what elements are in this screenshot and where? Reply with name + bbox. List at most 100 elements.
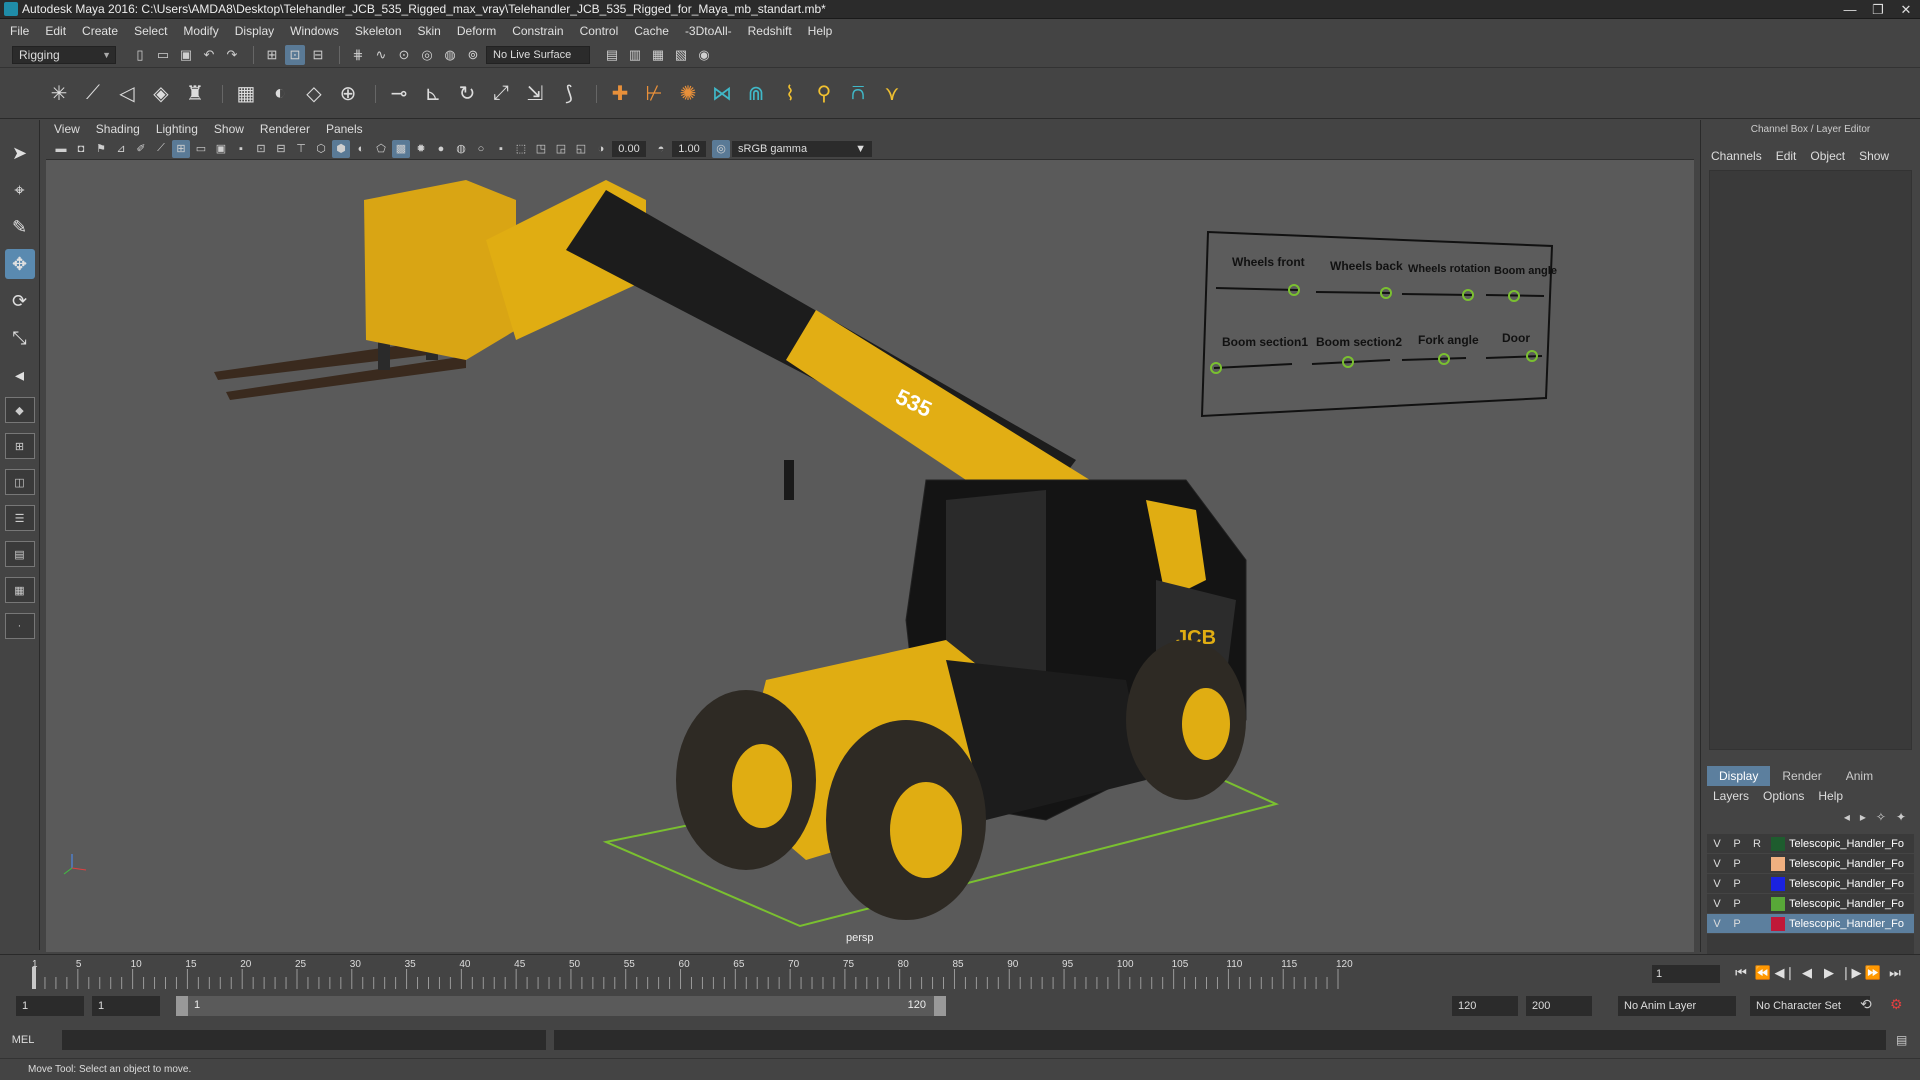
viewport-menu-view[interactable]: View (54, 122, 80, 136)
snap-point-icon[interactable]: ⊙ (394, 45, 414, 65)
viewport-3d-scene[interactable]: Wheels front Wheels back Wheels rotation… (46, 160, 1694, 952)
xray-icon[interactable]: ◳ (532, 140, 550, 158)
four-view-layout-icon[interactable]: ⊞ (4, 433, 35, 459)
human-ik-icon[interactable]: ♜ (180, 77, 210, 111)
rotate-tool-icon[interactable]: ⟳ (5, 286, 35, 316)
layer-color-swatch[interactable] (1771, 836, 1785, 851)
layer-color-swatch[interactable] (1771, 916, 1785, 931)
step-back-frame-icon[interactable]: ◀❘ (1774, 963, 1796, 983)
wireframe-on-shaded-icon[interactable]: ⬠ (372, 140, 390, 158)
move-tool-icon[interactable]: ✥ (4, 249, 35, 279)
field-chart-icon[interactable]: ⊡ (252, 140, 270, 158)
menu-windows[interactable]: Windows (290, 24, 339, 38)
channel-box-menu-object[interactable]: Object (1810, 149, 1845, 163)
menu-edit[interactable]: Edit (45, 24, 66, 38)
menu-skeleton[interactable]: Skeleton (355, 24, 402, 38)
safe-title-icon[interactable]: ⊤ (292, 140, 310, 158)
shadows-icon[interactable]: ● (432, 140, 450, 158)
side-by-side-layout-icon[interactable]: ◫ (4, 469, 35, 495)
menu-help[interactable]: Help (808, 24, 833, 38)
layer-row[interactable]: V P Telescopic_Handler_Fo (1707, 874, 1914, 894)
snap-view-icon[interactable]: ◎ (417, 45, 437, 65)
exposure-field[interactable]: 0.00 (612, 140, 646, 157)
viewport-menu-renderer[interactable]: Renderer (260, 122, 310, 136)
scale-constraint-icon[interactable]: ⤢ (486, 77, 516, 111)
menu-select[interactable]: Select (134, 24, 167, 38)
select-object-icon[interactable]: ⊡ (285, 44, 305, 65)
film-gate-icon[interactable]: ▭ (192, 140, 210, 158)
range-start-handle[interactable] (176, 996, 188, 1016)
layer-visibility-toggle[interactable]: V (1707, 858, 1727, 870)
isolate-select-icon[interactable]: ⬚ (512, 140, 530, 158)
layer-playback-toggle[interactable]: P (1727, 858, 1747, 870)
anim-layer-dropdown[interactable]: No Anim Layer (1618, 996, 1736, 1016)
wireframe-icon[interactable]: ⬡ (312, 140, 330, 158)
playback-end-field[interactable]: 120 (1452, 996, 1518, 1016)
muscle-spline-icon[interactable]: ⋒ (741, 77, 771, 111)
muscle-icon[interactable]: ⋈ (707, 77, 737, 111)
extra-layout-icon[interactable]: · (4, 613, 35, 639)
undo-icon[interactable]: ↶ (199, 45, 219, 65)
layer-playback-toggle[interactable]: P (1727, 918, 1747, 930)
menu-constrain[interactable]: Constrain (512, 24, 563, 38)
grease-pencil-icon[interactable]: ✐ (132, 140, 150, 158)
menu-cache[interactable]: Cache (634, 24, 669, 38)
gamma-icon[interactable]: ◓ (652, 140, 670, 158)
range-end-handle[interactable] (934, 996, 946, 1016)
paint-weights-icon[interactable]: ◐ (265, 77, 295, 111)
create-layer-from-selected-icon[interactable]: ✦ (1896, 810, 1906, 824)
animation-end-field[interactable]: 200 (1526, 996, 1592, 1016)
hypershade-icon[interactable]: ◉ (694, 45, 714, 65)
animation-prefs-icon[interactable]: ⚙ (1890, 996, 1903, 1013)
layer-playback-toggle[interactable]: P (1727, 898, 1747, 910)
layer-display-type-toggle[interactable]: R (1747, 838, 1767, 850)
channel-box-menu-show[interactable]: Show (1859, 149, 1889, 163)
joint-tool-icon[interactable]: ✳ (44, 77, 74, 111)
select-hierarchy-icon[interactable]: ⊞ (262, 45, 282, 65)
xray-joints-icon[interactable]: ◲ (552, 140, 570, 158)
character-set-dropdown[interactable]: No Character Set (1750, 996, 1870, 1016)
camera-select-icon[interactable]: ▬ (52, 140, 70, 158)
view-transform-dropdown[interactable]: sRGB gamma ▼ (732, 140, 872, 157)
tab-display[interactable]: Display (1707, 766, 1771, 786)
pole-vector-icon[interactable]: ⟆ (554, 77, 584, 111)
render-view-icon[interactable]: ▤ (602, 45, 622, 65)
render-frame-icon[interactable]: ▥ (625, 45, 645, 65)
locator-icon[interactable]: ✚ (605, 77, 635, 111)
channel-box-menu-channels[interactable]: Channels (1711, 149, 1762, 163)
blend-shape-icon[interactable]: ⩃ (843, 77, 873, 111)
grid-toggle-icon[interactable]: ⊞ (172, 139, 190, 158)
close-button[interactable]: ✕ (1892, 0, 1920, 19)
step-forward-frame-icon[interactable]: ❘▶ (1840, 963, 1862, 983)
move-layer-down-icon[interactable]: ▸ (1860, 810, 1866, 824)
lasso-tool-icon[interactable]: ⌖ (5, 175, 35, 205)
step-back-key-icon[interactable]: ⏪ (1752, 963, 1774, 983)
menu-modify[interactable]: Modify (183, 24, 218, 38)
bone-helper-icon[interactable]: ✺ (673, 77, 703, 111)
layer-row[interactable]: V P Telescopic_Handler_Fo (1707, 854, 1914, 874)
image-plane-icon[interactable]: ⊿ (112, 140, 130, 158)
parent-constraint-icon[interactable]: ⇲ (520, 77, 550, 111)
smooth-shade-icon[interactable]: ⬢ (332, 139, 350, 158)
channel-box-menu-edit[interactable]: Edit (1776, 149, 1797, 163)
layer-menu-layers[interactable]: Layers (1713, 789, 1749, 803)
anti-aliasing-icon[interactable]: ▪ (492, 140, 510, 158)
layer-menu-options[interactable]: Options (1763, 789, 1804, 803)
exposure-icon[interactable]: ◑ (592, 140, 610, 158)
snap-live-icon[interactable]: ⊚ (463, 45, 483, 65)
create-empty-layer-icon[interactable]: ✧ (1876, 810, 1886, 824)
current-time-field[interactable]: 1 (1652, 965, 1720, 983)
step-forward-key-icon[interactable]: ⏩ (1862, 963, 1884, 983)
wire-deformer-icon[interactable]: ⋎ (877, 77, 907, 111)
gate-mask-icon[interactable]: ▪ (232, 140, 250, 158)
default-material-icon[interactable]: ◐ (352, 140, 370, 158)
menu-set-dropdown[interactable]: Rigging ▼ (12, 45, 116, 64)
save-scene-icon[interactable]: ▣ (176, 45, 196, 65)
layer-color-swatch[interactable] (1771, 896, 1785, 911)
camera-attributes-icon[interactable]: ◘ (72, 140, 90, 158)
select-component-icon[interactable]: ⊟ (308, 45, 328, 65)
resolution-gate-icon[interactable]: ▣ (212, 140, 230, 158)
viewport-menu-lighting[interactable]: Lighting (156, 122, 198, 136)
orient-constraint-icon[interactable]: ↻ (452, 77, 482, 111)
gamma-field[interactable]: 1.00 (672, 140, 706, 157)
